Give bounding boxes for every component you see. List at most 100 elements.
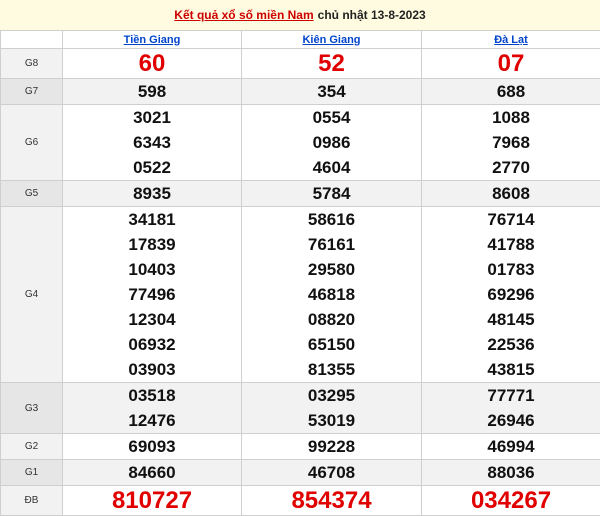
result-cell: 46994 [422,434,600,460]
result-number: 0554 [242,105,421,130]
result-cell: 598 [63,79,242,105]
prize-row-g6: G6302163430522055409864604108879682770 [1,105,600,181]
result-number: 76714 [422,207,600,232]
result-number: 46708 [242,460,421,485]
result-number: 598 [63,79,241,104]
result-number: 76161 [242,232,421,257]
prize-label: ĐB [1,486,63,516]
result-number: 48145 [422,307,600,332]
prize-label: G2 [1,434,63,460]
province-header: Đà Lạt [422,31,600,49]
prize-label: G4 [1,207,63,383]
result-cell: 688 [422,79,600,105]
result-number: 3021 [63,105,241,130]
result-number: 53019 [242,408,421,433]
prize-label: G3 [1,383,63,434]
result-number: 8608 [422,181,600,206]
result-number: 12476 [63,408,241,433]
prize-row-g1: G1846604670888036 [1,460,600,486]
result-number: 854374 [242,486,421,515]
result-number: 81355 [242,357,421,382]
result-number: 29580 [242,257,421,282]
result-number: 0986 [242,130,421,155]
result-cell: 88036 [422,460,600,486]
result-cell: 7777126946 [422,383,600,434]
result-cell: 8935 [63,181,242,207]
result-number: 77496 [63,282,241,307]
result-number: 1088 [422,105,600,130]
result-number: 810727 [63,486,241,515]
province-header-row: Tiền Giang Kiên Giang Đà Lạt [1,31,600,49]
prize-label: G7 [1,79,63,105]
result-cell: 34181178391040377496123040693203903 [63,207,242,383]
lottery-results-table: Tiền Giang Kiên Giang Đà Lạt G8605207G75… [0,30,600,516]
result-number: 6343 [63,130,241,155]
result-number: 034267 [422,486,600,515]
result-cell: 354 [242,79,422,105]
result-cell: 76714417880178369296481452253643815 [422,207,600,383]
result-number: 7968 [422,130,600,155]
prize-row-g3: G3035181247603295530197777126946 [1,383,600,434]
result-cell: 854374 [242,486,422,516]
result-number: 03295 [242,383,421,408]
result-number: 34181 [63,207,241,232]
result-cell: 52 [242,49,422,79]
result-number: 69296 [422,282,600,307]
province-link-da-lat[interactable]: Đà Lạt [494,34,528,46]
result-number: 688 [422,79,600,104]
result-number: 08820 [242,307,421,332]
result-number: 88036 [422,460,600,485]
province-header: Tiền Giang [63,31,242,49]
result-cell: 84660 [63,460,242,486]
result-number: 58616 [242,207,421,232]
result-number: 52 [242,49,421,78]
result-number: 07 [422,49,600,78]
result-number: 17839 [63,232,241,257]
result-number: 99228 [242,434,421,459]
results-link[interactable]: Kết quả xổ số miền Nam [174,8,313,22]
result-number: 03903 [63,357,241,382]
result-number: 8935 [63,181,241,206]
result-number: 0522 [63,155,241,180]
result-number: 03518 [63,383,241,408]
result-number: 22536 [422,332,600,357]
page-header: Kết quả xổ số miền Nam chủ nhật 13-8-202… [0,0,600,30]
prize-row-g7: G7598354688 [1,79,600,105]
result-number: 26946 [422,408,600,433]
result-number: 10403 [63,257,241,282]
result-number: 06932 [63,332,241,357]
result-cell: 07 [422,49,600,79]
result-number: 43815 [422,357,600,382]
result-cell: 99228 [242,434,422,460]
prize-row-g4: G434181178391040377496123040693203903586… [1,207,600,383]
prize-row-đb: ĐB810727854374034267 [1,486,600,516]
result-number: 84660 [63,460,241,485]
result-number: 46994 [422,434,600,459]
result-cell: 69093 [63,434,242,460]
result-cell: 055409864604 [242,105,422,181]
result-cell: 58616761612958046818088206515081355 [242,207,422,383]
result-number: 5784 [242,181,421,206]
result-number: 77771 [422,383,600,408]
result-number: 4604 [242,155,421,180]
province-link-kien-giang[interactable]: Kiên Giang [302,34,360,46]
result-cell: 5784 [242,181,422,207]
result-number: 65150 [242,332,421,357]
result-cell: 108879682770 [422,105,600,181]
result-number: 01783 [422,257,600,282]
result-number: 46818 [242,282,421,307]
results-body: G8605207G7598354688G63021634305220554098… [1,49,600,516]
prize-label: G5 [1,181,63,207]
province-link-tien-giang[interactable]: Tiền Giang [124,34,181,46]
result-number: 41788 [422,232,600,257]
draw-date: chủ nhật 13-8-2023 [318,8,426,22]
prize-row-g2: G2690939922846994 [1,434,600,460]
prize-row-g8: G8605207 [1,49,600,79]
result-cell: 810727 [63,486,242,516]
prize-label: G6 [1,105,63,181]
result-cell: 46708 [242,460,422,486]
result-cell: 60 [63,49,242,79]
result-number: 12304 [63,307,241,332]
result-cell: 034267 [422,486,600,516]
result-number: 69093 [63,434,241,459]
